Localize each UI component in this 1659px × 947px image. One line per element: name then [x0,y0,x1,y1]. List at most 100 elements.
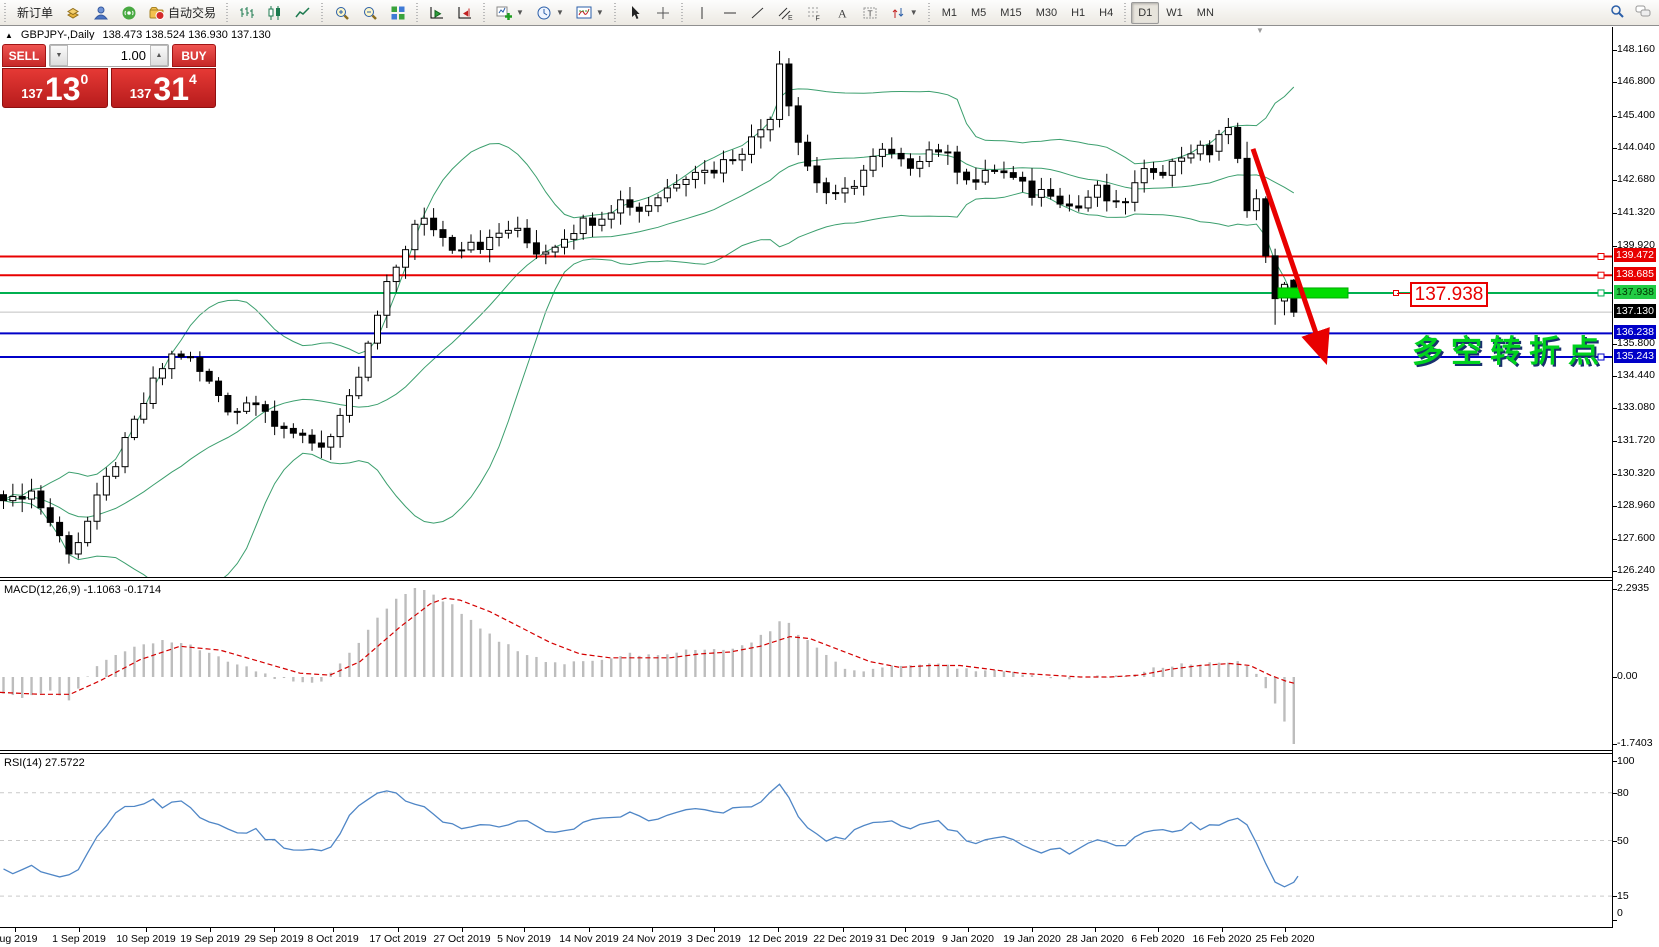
date-label: 29 Sep 2019 [244,933,304,945]
macd-panel-canvas[interactable] [0,580,1612,750]
price-chart-canvas[interactable] [0,40,1612,577]
candle-body [85,521,91,542]
community-icon-button[interactable] [88,2,114,24]
candle-body [281,426,287,428]
macd-tick-label: -1.7403 [1617,737,1653,749]
periods-button[interactable]: ▼ [531,2,569,24]
candle-body [19,497,25,500]
candle-body [1094,185,1100,197]
tf-button-m30[interactable]: M30 [1029,2,1064,24]
price-tick-label: 127.600 [1617,532,1655,544]
horizontal-line-icon [722,5,738,21]
market-icon-button[interactable] [60,2,86,24]
candle-body [730,160,736,161]
fibonacci-button[interactable]: F [801,2,827,24]
vertical-line-button[interactable] [689,2,715,24]
new-order-button[interactable]: 新订单 [12,2,58,24]
tile-windows-button[interactable] [385,2,411,24]
panel-separator[interactable] [0,580,1612,581]
macd-label: MACD(12,26,9) -1.1063 -0.1714 [4,584,161,596]
candlestick-button[interactable] [262,2,288,24]
date-tick [1095,928,1096,932]
tf-button-mn[interactable]: MN [1190,2,1221,24]
rsi-panel-canvas[interactable] [0,753,1612,927]
candle-body [337,415,343,436]
line-chart-button[interactable] [290,2,316,24]
ask-price-button[interactable]: 137 31 4 [111,68,217,108]
candlestick-icon [267,5,283,21]
tf-button-d1[interactable]: D1 [1131,2,1159,24]
candle-body [384,282,390,316]
chart-shift-button[interactable] [452,2,478,24]
level-endpoint-marker[interactable] [1598,290,1604,296]
panel-separator[interactable] [0,750,1612,751]
zoom-in-button[interactable] [329,2,355,24]
turning-point-annotation[interactable]: 多空转折点 [1412,326,1607,371]
symbol-search-button[interactable] [1609,3,1625,22]
date-tick [1158,928,1159,932]
price-tick-label: 145.400 [1617,109,1655,121]
candle-body [954,152,960,172]
autotrading-button[interactable]: 自动交易 [144,2,221,24]
buy-button[interactable]: BUY [172,44,216,67]
cursor-icon [627,5,643,21]
candle-body [580,218,586,233]
toolbar-separator [1122,3,1129,23]
tf-button-m5[interactable]: M5 [964,2,993,24]
date-tick [652,928,653,932]
chat-button[interactable] [1635,3,1651,22]
candle-body [636,207,642,211]
indicators-button[interactable]: ▼ [571,2,609,24]
crosshair-button[interactable] [650,2,676,24]
candle-body [646,206,652,212]
cursor-button[interactable] [622,2,648,24]
volume-increase-button[interactable]: ▲ [150,45,168,66]
bid-price-button[interactable]: 137 13 0 [2,68,108,108]
date-label: 24 Nov 2019 [622,933,682,945]
signals-icon-button[interactable] [116,2,142,24]
auto-scroll-button[interactable] [424,2,450,24]
support-highlight-rect[interactable] [1278,288,1348,298]
text-button[interactable]: A [829,2,855,24]
tf-button-m15[interactable]: M15 [993,2,1028,24]
toolbar-separator [679,3,686,23]
candle-body [178,354,184,357]
candle-body [982,170,988,182]
sell-button[interactable]: SELL [2,44,46,67]
price-tag-connector [1397,293,1410,294]
tf-button-m1[interactable]: M1 [935,2,964,24]
candle-body [57,522,63,535]
level-endpoint-marker[interactable] [1598,253,1604,259]
ask-big-figure: 137 [130,86,152,101]
candle-body [440,230,446,238]
new-chart-button[interactable]: ▼ [491,2,529,24]
level-endpoint-marker[interactable] [1598,272,1604,278]
macd-tick-label: 0.00 [1617,670,1637,682]
trendline-button[interactable] [745,2,771,24]
panel-separator[interactable] [0,753,1612,754]
volume-decrease-button[interactable]: ▼ [50,45,68,66]
trendline-icon [750,5,766,21]
bar-chart-button[interactable] [234,2,260,24]
tf-button-h4[interactable]: H4 [1092,2,1120,24]
tf-button-h1[interactable]: H1 [1064,2,1092,24]
date-label: 31 Dec 2019 [875,933,935,945]
candle-body [159,369,165,378]
candle-body [608,213,614,219]
volume-input[interactable] [68,45,150,66]
shapes-icon [890,5,906,21]
horizontal-line-button[interactable] [717,2,743,24]
candle-body [1085,197,1091,208]
panel-separator[interactable] [0,577,1612,578]
zoom-out-button[interactable] [357,2,383,24]
shapes-button[interactable]: ▼ [885,2,923,24]
price-tag-label[interactable]: 137.938 [1410,282,1488,307]
toolbar-separator [612,3,619,23]
date-label: 9 Jan 2020 [942,933,994,945]
candle-body [833,193,839,194]
text-label-button[interactable]: T [857,2,883,24]
channel-button[interactable]: E [773,2,799,24]
panel-collapse-icon[interactable]: ▼ [1256,26,1264,35]
tf-button-w1[interactable]: W1 [1159,2,1190,24]
autotrading-button-label: 自动交易 [168,4,216,21]
